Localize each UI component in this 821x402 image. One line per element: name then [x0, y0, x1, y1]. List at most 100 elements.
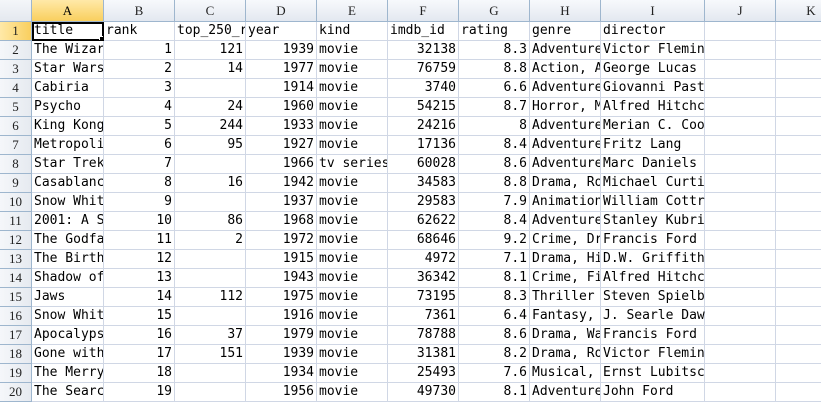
- cell-C12[interactable]: 2: [175, 231, 246, 250]
- cell-C9[interactable]: 16: [175, 174, 246, 193]
- cell-K3[interactable]: [776, 60, 821, 79]
- cell-E14[interactable]: movie: [317, 269, 388, 288]
- cell-C16[interactable]: [175, 307, 246, 326]
- cell-D19[interactable]: 1934: [246, 364, 317, 383]
- column-header-E[interactable]: E: [317, 0, 388, 22]
- cell-E18[interactable]: movie: [317, 345, 388, 364]
- column-header-I[interactable]: I: [601, 0, 705, 22]
- cell-E1[interactable]: kind: [317, 22, 388, 41]
- cell-D13[interactable]: 1915: [246, 250, 317, 269]
- row-header-8[interactable]: 8: [0, 155, 32, 174]
- cell-A2[interactable]: The Wizard of Oz: [32, 41, 104, 60]
- cell-C8[interactable]: [175, 155, 246, 174]
- cell-A20[interactable]: The Searchers: [32, 383, 104, 402]
- cell-I6[interactable]: Merian C. Cooper: [601, 117, 728, 136]
- cell-K20[interactable]: [776, 383, 821, 402]
- cell-G8[interactable]: 8.6: [459, 155, 530, 174]
- cell-I14[interactable]: Alfred Hitchcock: [601, 269, 728, 288]
- cell-A14[interactable]: Shadow of a Doubt: [32, 269, 104, 288]
- cell-K17[interactable]: [776, 326, 821, 345]
- cell-A9[interactable]: Casablanca: [32, 174, 104, 193]
- cell-C6[interactable]: 244: [175, 117, 246, 136]
- cell-G1[interactable]: rating: [459, 22, 530, 41]
- cell-E7[interactable]: movie: [317, 136, 388, 155]
- cell-E8[interactable]: tv series: [317, 155, 388, 174]
- row-header-18[interactable]: 18: [0, 345, 32, 364]
- cell-A5[interactable]: Psycho: [32, 98, 104, 117]
- cell-C15[interactable]: 112: [175, 288, 246, 307]
- cell-D18[interactable]: 1939: [246, 345, 317, 364]
- cell-I1[interactable]: director: [601, 22, 705, 41]
- cell-B13[interactable]: 12: [104, 250, 175, 269]
- row-header-4[interactable]: 4: [0, 79, 32, 98]
- column-header-A[interactable]: A: [32, 0, 104, 22]
- cell-B14[interactable]: 13: [104, 269, 175, 288]
- cell-K8[interactable]: [776, 155, 821, 174]
- column-header-G[interactable]: G: [459, 0, 530, 22]
- cell-G3[interactable]: 8.8: [459, 60, 530, 79]
- cell-J16[interactable]: [705, 307, 776, 326]
- cell-F17[interactable]: 78788: [388, 326, 459, 345]
- cell-I17[interactable]: Francis Ford Coppola: [601, 326, 760, 345]
- cell-K5[interactable]: [776, 98, 821, 117]
- row-header-13[interactable]: 13: [0, 250, 32, 269]
- cell-F18[interactable]: 31381: [388, 345, 459, 364]
- column-header-K[interactable]: K: [776, 0, 821, 22]
- cell-F1[interactable]: imdb_id: [388, 22, 459, 41]
- cell-F2[interactable]: 32138: [388, 41, 459, 60]
- cell-I15[interactable]: Steven Spielberg: [601, 288, 728, 307]
- cell-D15[interactable]: 1975: [246, 288, 317, 307]
- cell-B11[interactable]: 10: [104, 212, 175, 231]
- cell-A6[interactable]: King Kong: [32, 117, 104, 136]
- cell-I18[interactable]: Victor Fleming: [601, 345, 713, 364]
- row-header-15[interactable]: 15: [0, 288, 32, 307]
- cell-D2[interactable]: 1939: [246, 41, 317, 60]
- cell-E13[interactable]: movie: [317, 250, 388, 269]
- column-header-D[interactable]: D: [246, 0, 317, 22]
- cell-G7[interactable]: 8.4: [459, 136, 530, 155]
- cell-D6[interactable]: 1933: [246, 117, 317, 136]
- cell-E3[interactable]: movie: [317, 60, 388, 79]
- cell-D12[interactable]: 1972: [246, 231, 317, 250]
- cell-K12[interactable]: [776, 231, 821, 250]
- cell-A18[interactable]: Gone with the Wind: [32, 345, 104, 364]
- cell-G15[interactable]: 8.3: [459, 288, 530, 307]
- cell-E20[interactable]: movie: [317, 383, 388, 402]
- cell-I11[interactable]: Stanley Kubrick: [601, 212, 720, 231]
- cell-J4[interactable]: [705, 79, 776, 98]
- cell-E2[interactable]: movie: [317, 41, 388, 60]
- row-header-9[interactable]: 9: [0, 174, 32, 193]
- cell-B5[interactable]: 4: [104, 98, 175, 117]
- cell-D9[interactable]: 1942: [246, 174, 317, 193]
- cell-D10[interactable]: 1937: [246, 193, 317, 212]
- cell-J5[interactable]: [705, 98, 776, 117]
- cell-D7[interactable]: 1927: [246, 136, 317, 155]
- cell-K6[interactable]: [776, 117, 821, 136]
- cell-C3[interactable]: 14: [175, 60, 246, 79]
- cell-F8[interactable]: 60028: [388, 155, 459, 174]
- cell-J6[interactable]: [705, 117, 776, 136]
- cell-K2[interactable]: [776, 41, 821, 60]
- cell-D14[interactable]: 1943: [246, 269, 317, 288]
- cell-G6[interactable]: 8: [459, 117, 530, 136]
- column-header-C[interactable]: C: [175, 0, 246, 22]
- cell-G4[interactable]: 6.6: [459, 79, 530, 98]
- cell-B18[interactable]: 17: [104, 345, 175, 364]
- cell-H3[interactable]: Action, Adventure: [530, 60, 601, 79]
- cell-I13[interactable]: D.W. Griffith: [601, 250, 705, 269]
- column-header-F[interactable]: F: [388, 0, 459, 22]
- cell-J12[interactable]: [705, 231, 776, 250]
- cell-D1[interactable]: year: [246, 22, 317, 41]
- row-header-3[interactable]: 3: [0, 60, 32, 79]
- cell-B17[interactable]: 16: [104, 326, 175, 345]
- cell-G10[interactable]: 7.9: [459, 193, 530, 212]
- cell-A13[interactable]: The Birth of a Nation: [32, 250, 104, 269]
- cell-G16[interactable]: 6.4: [459, 307, 530, 326]
- cell-A12[interactable]: The Godfather: [32, 231, 104, 250]
- cell-H7[interactable]: Adventure, Drama: [530, 136, 601, 155]
- cell-D5[interactable]: 1960: [246, 98, 317, 117]
- cell-E6[interactable]: movie: [317, 117, 388, 136]
- cell-C14[interactable]: [175, 269, 246, 288]
- cell-F5[interactable]: 54215: [388, 98, 459, 117]
- cell-B8[interactable]: 7: [104, 155, 175, 174]
